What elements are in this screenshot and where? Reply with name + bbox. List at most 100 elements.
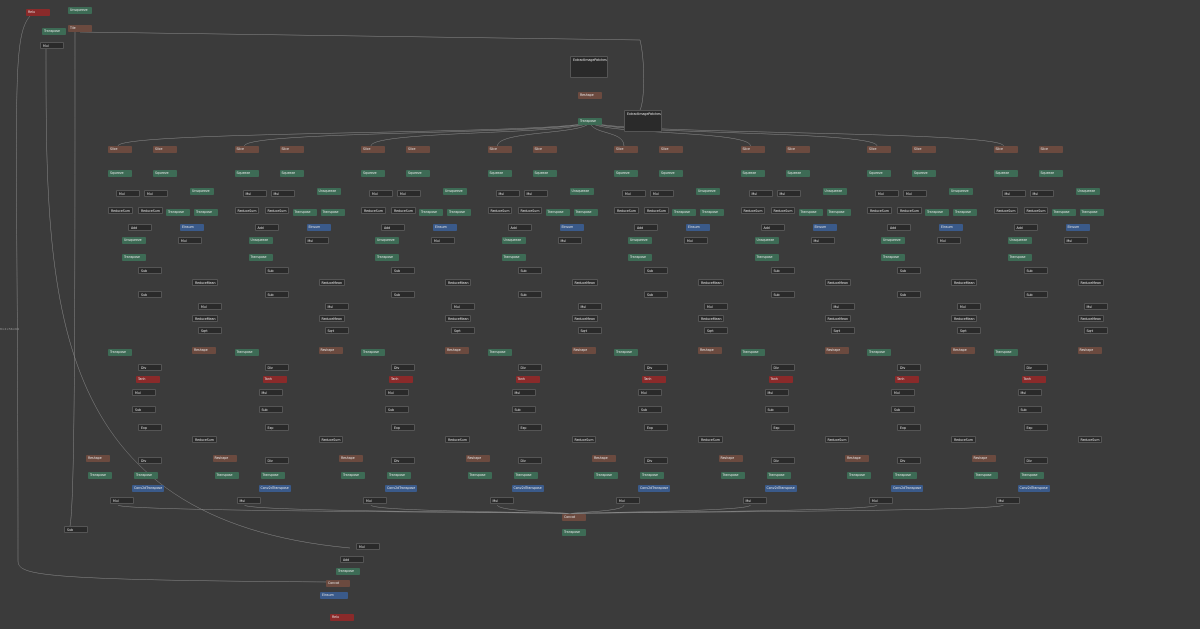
- branch-node[interactable]: Sub: [391, 267, 415, 274]
- branch-node[interactable]: Mul: [385, 389, 409, 396]
- branch-node[interactable]: Transpose: [766, 472, 791, 479]
- branch-node[interactable]: Mul: [622, 190, 646, 197]
- branch-node[interactable]: Mul: [704, 303, 728, 310]
- branch-node[interactable]: Sqrt: [324, 327, 349, 334]
- einsum-node-bottom[interactable]: Einsum: [320, 592, 348, 599]
- branch-node[interactable]: Mul: [891, 389, 915, 396]
- tile-node[interactable]: Tile: [68, 25, 92, 32]
- branch-node[interactable]: Reshape: [339, 455, 363, 462]
- branch-node[interactable]: Transpose: [447, 209, 471, 216]
- branch-node[interactable]: Exp: [770, 424, 795, 431]
- branch-node[interactable]: ReduceSum: [108, 207, 133, 214]
- branch-node[interactable]: Conv2dTranspose: [764, 485, 797, 492]
- branch-node[interactable]: Transpose: [134, 472, 158, 479]
- branch-node[interactable]: Transpose: [953, 209, 977, 216]
- extract-patches-node-1[interactable]: ExtractImagePatches: [570, 56, 608, 78]
- branch-node[interactable]: Exp: [138, 424, 162, 431]
- branch-node[interactable]: Mul: [242, 190, 267, 197]
- branch-node[interactable]: Reshape: [465, 455, 490, 462]
- branch-node[interactable]: Div: [770, 457, 795, 464]
- branch-node[interactable]: Div: [138, 364, 162, 371]
- branch-node[interactable]: Mul: [957, 303, 981, 310]
- branch-node[interactable]: Unsqueeze: [569, 188, 594, 195]
- branch-node[interactable]: Transpose: [166, 209, 190, 216]
- branch-node[interactable]: Transpose: [487, 349, 512, 356]
- branch-node[interactable]: ReduceSum: [951, 436, 976, 443]
- branch-node[interactable]: Slice: [659, 146, 683, 153]
- branch-node[interactable]: Sub: [764, 406, 789, 413]
- branch-node[interactable]: Reshape: [845, 455, 869, 462]
- branch-node[interactable]: Sub: [517, 267, 542, 274]
- branch-node[interactable]: Transpose: [387, 472, 411, 479]
- branch-node[interactable]: Transpose: [1051, 209, 1076, 216]
- branch-node[interactable]: Div: [138, 457, 162, 464]
- branch-node[interactable]: Tanh: [642, 376, 666, 383]
- branch-node[interactable]: Conv2dTranspose: [385, 485, 418, 492]
- branch-node[interactable]: Sub: [770, 291, 795, 298]
- branch-node[interactable]: Unsqueeze: [696, 188, 720, 195]
- branch-node[interactable]: Transpose: [925, 209, 949, 216]
- branch-node[interactable]: Slice: [1038, 146, 1063, 153]
- branch-node[interactable]: Mul: [451, 303, 475, 310]
- branch-node[interactable]: ReduceMean: [571, 279, 598, 286]
- branch-node[interactable]: Unsqueeze: [628, 237, 652, 244]
- branch-node[interactable]: Unsqueeze: [1007, 237, 1032, 244]
- branch-node[interactable]: ReduceSum: [1023, 207, 1049, 214]
- branch-node[interactable]: ReduceSum: [234, 207, 260, 214]
- branch-node[interactable]: Sub: [638, 406, 662, 413]
- branch-node[interactable]: Transpose: [594, 472, 618, 479]
- branch-node[interactable]: Einsum: [559, 224, 584, 231]
- branch-node[interactable]: Einsum: [939, 224, 963, 231]
- branch-node[interactable]: Sqrt: [957, 327, 981, 334]
- branch-node[interactable]: Unsqueeze: [443, 188, 467, 195]
- branch-node[interactable]: Mul: [1029, 190, 1054, 197]
- branch-node[interactable]: Mul: [638, 389, 662, 396]
- branch-node[interactable]: Div: [391, 457, 415, 464]
- relu-node-top[interactable]: Relu: [26, 9, 50, 16]
- branch-node[interactable]: Div: [517, 364, 542, 371]
- branch-node[interactable]: Reshape: [212, 455, 237, 462]
- branch-node[interactable]: Sqrt: [704, 327, 728, 334]
- branch-node[interactable]: Sub: [897, 267, 921, 274]
- branch-node[interactable]: ReduceMean: [318, 315, 345, 322]
- branch-node[interactable]: Slice: [361, 146, 385, 153]
- branch-node[interactable]: Div: [770, 364, 795, 371]
- branch-node[interactable]: Transpose: [573, 209, 598, 216]
- branch-node[interactable]: Transpose: [973, 472, 998, 479]
- branch-node[interactable]: Sub: [644, 291, 668, 298]
- branch-node[interactable]: Mul: [144, 190, 168, 197]
- branch-node[interactable]: Transpose: [754, 254, 779, 261]
- branch-node[interactable]: Tanh: [389, 376, 413, 383]
- branch-node[interactable]: Slice: [487, 146, 512, 153]
- branch-node[interactable]: Conv2dTranspose: [891, 485, 924, 492]
- branch-node[interactable]: Add: [254, 224, 279, 231]
- branch-node[interactable]: Reshape: [571, 347, 596, 354]
- concat-node-1[interactable]: Concat: [562, 514, 586, 521]
- branch-node[interactable]: Sub: [1023, 291, 1048, 298]
- branch-node[interactable]: Sub: [132, 406, 156, 413]
- branch-node[interactable]: Mul: [523, 190, 548, 197]
- branch-node[interactable]: Unsqueeze: [122, 237, 146, 244]
- branch-node[interactable]: Add: [381, 224, 405, 231]
- branch-node[interactable]: Transpose: [628, 254, 652, 261]
- branch-node[interactable]: ReduceMean: [445, 279, 472, 286]
- branch-node[interactable]: Squeeze: [867, 170, 891, 177]
- branch-node[interactable]: Sqrt: [577, 327, 602, 334]
- branch-node[interactable]: Squeeze: [361, 170, 385, 177]
- branch-node[interactable]: Add: [760, 224, 785, 231]
- branch-node[interactable]: Div: [644, 457, 668, 464]
- branch-node[interactable]: Mul: [132, 389, 156, 396]
- branch-node[interactable]: Div: [517, 457, 542, 464]
- branch-node[interactable]: Einsum: [180, 224, 204, 231]
- branch-node[interactable]: ReduceSum: [614, 207, 639, 214]
- branch-node[interactable]: Squeeze: [108, 170, 132, 177]
- branch-node[interactable]: Mul: [869, 497, 893, 504]
- branch-node[interactable]: Conv2dTranspose: [511, 485, 544, 492]
- branch-node[interactable]: Einsum: [433, 224, 457, 231]
- branch-node[interactable]: Squeeze: [406, 170, 430, 177]
- branch-node[interactable]: Mul: [684, 237, 708, 244]
- branch-node[interactable]: Transpose: [720, 472, 745, 479]
- branch-node[interactable]: Squeeze: [659, 170, 683, 177]
- branch-node[interactable]: ReduceMean: [698, 279, 725, 286]
- branch-node[interactable]: Sub: [1017, 406, 1042, 413]
